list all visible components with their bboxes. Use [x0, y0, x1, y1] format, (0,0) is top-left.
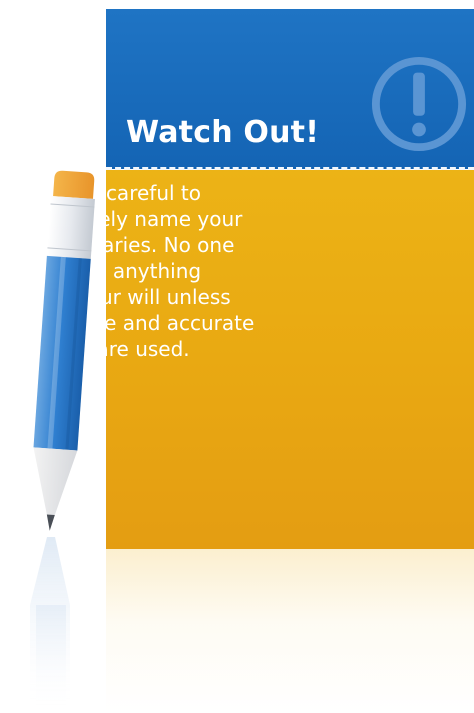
callout-title: Watch Out! [126, 115, 320, 150]
pencil-icon [30, 170, 95, 713]
exclamation-circle-icon [371, 56, 467, 152]
card-reflection [106, 549, 474, 713]
callout-header: Watch Out! [106, 9, 474, 169]
